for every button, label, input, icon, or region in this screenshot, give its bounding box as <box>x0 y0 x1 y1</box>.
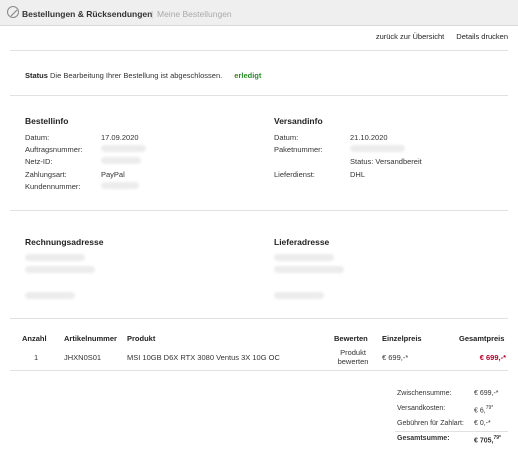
breadcrumb-my-orders[interactable]: Meine Bestellungen <box>157 9 232 19</box>
rate-product-link[interactable]: Produkt bewerten <box>334 348 372 366</box>
rate-product-line2: bewerten <box>337 357 369 366</box>
column-qty: Anzahl <box>22 334 47 343</box>
payment-fees-label: Gebühren für Zahlart: <box>397 420 464 427</box>
row-sku: JHXN0S01 <box>64 353 102 362</box>
net-id-redacted <box>101 157 141 164</box>
net-id-label: Netz-ID: <box>25 157 53 166</box>
shipping-cost-label: Versandkosten: <box>397 405 446 412</box>
delivery-address-line <box>274 254 334 261</box>
subtotal-value: € 699,-* <box>474 390 499 397</box>
grand-total-main: € 705, <box>474 437 494 445</box>
shipping-date-label: Datum: <box>274 133 299 142</box>
payment-method-label: Zahlungsart: <box>25 170 67 179</box>
order-number-redacted <box>101 145 146 152</box>
carrier-value: DHL <box>350 170 366 179</box>
payment-fees-value: € 0,-* <box>474 420 491 427</box>
delivery-address-line <box>274 292 324 299</box>
column-sku: Artikelnummer <box>64 334 117 343</box>
breadcrumb-separator: | <box>151 9 154 19</box>
divider <box>10 95 508 96</box>
column-unit-price: Einzelpreis <box>382 334 422 343</box>
shipping-date-value: 21.10.2020 <box>350 133 388 142</box>
shipping-cost-value: € 6,79* <box>474 405 493 414</box>
package-number-redacted <box>350 145 405 152</box>
billing-address-line <box>25 266 95 273</box>
page-title: Bestellungen & Rücksendungen <box>22 9 153 19</box>
row-qty: 1 <box>34 353 39 362</box>
carrier-label: Lieferdienst: <box>274 170 315 179</box>
shipping-status: Status: Versandbereit <box>350 157 422 166</box>
shipping-cost-cents: 79* <box>485 405 494 411</box>
shipping-cost-main: € 6, <box>474 407 486 415</box>
column-total-price: Gesamtpreis <box>459 334 505 343</box>
back-to-overview-link[interactable]: zurück zur Übersicht <box>376 32 444 41</box>
grand-total-value: € 705,79* <box>474 435 501 444</box>
order-number-label: Auftragsnummer: <box>25 145 83 154</box>
row-product[interactable]: MSI 10GB D6X RTX 3080 Ventus 3X 10G OC <box>127 353 280 362</box>
order-status: Status Die Bearbeitung Ihrer Bestellung … <box>25 71 261 80</box>
delivery-address-title: Lieferadresse <box>274 237 330 247</box>
summary-divider <box>395 431 508 432</box>
order-info-title: Bestellinfo <box>25 116 69 126</box>
order-date-label: Datum: <box>25 133 50 142</box>
customer-number-redacted <box>101 182 139 189</box>
page-header: Bestellungen & Rücksendungen | Meine Bes… <box>0 0 518 26</box>
customer-number-label: Kundennummer: <box>25 182 81 191</box>
print-details-link[interactable]: Details drucken <box>456 32 508 41</box>
column-rate: Bewerten <box>334 334 368 343</box>
divider <box>10 370 508 371</box>
status-text: Die Bearbeitung Ihrer Bestellung ist abg… <box>50 71 223 80</box>
order-date-value: 17.09.2020 <box>101 133 139 142</box>
billing-address-line <box>25 292 75 299</box>
divider <box>10 50 508 51</box>
divider <box>10 210 508 211</box>
delivery-address-line <box>274 266 344 273</box>
payment-method-value: PayPal <box>101 170 125 179</box>
status-label: Status <box>25 71 48 80</box>
package-number-label: Paketnummer: <box>274 145 323 154</box>
subtotal-label: Zwischensumme: <box>397 390 452 397</box>
billing-address-line <box>25 254 85 261</box>
row-unit-price: € 699,-* <box>382 353 409 362</box>
status-badge: erledigt <box>234 71 262 80</box>
clock-icon <box>7 6 19 18</box>
column-product: Produkt <box>127 334 156 343</box>
grand-total-cents: 79* <box>493 435 501 441</box>
shipping-info-title: Versandinfo <box>274 116 323 126</box>
billing-address-title: Rechnungsadresse <box>25 237 104 247</box>
action-links: zurück zur Übersicht Details drucken <box>366 32 508 41</box>
divider <box>10 318 508 319</box>
row-total-price: € 699,-* <box>479 353 506 362</box>
rate-product-line1: Produkt <box>340 348 366 357</box>
grand-total-label: Gesamtsumme: <box>397 435 450 442</box>
